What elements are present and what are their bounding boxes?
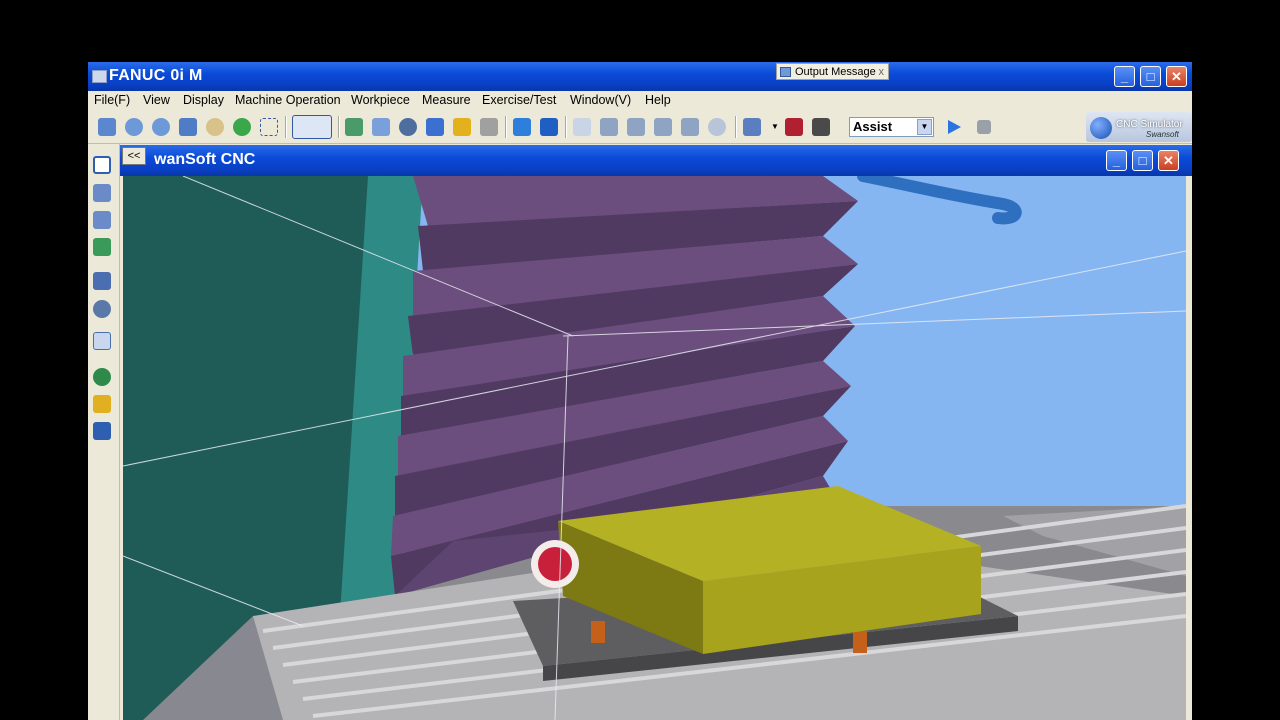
toolbar: ▼ Assist ▼ CNC Simulator Swansoft [88, 111, 1192, 144]
menu-bar: File(F) View Display Machine Operation W… [88, 91, 1192, 111]
toolbar-separator [565, 116, 567, 138]
logo-subtext: Swansoft [1146, 130, 1179, 139]
minimize-button[interactable]: _ [1114, 66, 1135, 87]
toolbar-separator [338, 116, 340, 138]
stop-record-icon[interactable] [812, 118, 830, 136]
menu-machine-operation[interactable]: Machine Operation [235, 93, 341, 107]
stop-icon[interactable] [977, 120, 991, 134]
maximize-button[interactable]: □ [1140, 66, 1161, 87]
output-message-label: Output Message [795, 66, 876, 78]
cube-front-icon[interactable] [513, 118, 531, 136]
menu-display[interactable]: Display [183, 93, 224, 107]
app-icon [92, 70, 107, 83]
child-window-title: wanSoft CNC [154, 151, 256, 168]
tool-setting-icon[interactable] [93, 272, 111, 290]
menu-workpiece[interactable]: Workpiece [351, 93, 410, 107]
save-icon[interactable] [98, 118, 116, 136]
magnify-icon[interactable] [93, 332, 111, 350]
child-maximize-button[interactable]: □ [1132, 150, 1153, 171]
child-title-bar: << wanSoft CNC _ □ ✕ [120, 145, 1192, 176]
toolbar-separator [285, 116, 287, 138]
zoom-fit-icon[interactable] [179, 118, 197, 136]
machine-icon[interactable] [345, 118, 363, 136]
coolant-icon[interactable] [372, 118, 390, 136]
view-select-button[interactable] [292, 115, 332, 139]
tool-icon[interactable] [453, 118, 471, 136]
machine-scene [123, 176, 1186, 720]
child-close-button[interactable]: ✕ [1158, 150, 1179, 171]
tool-radius-icon[interactable] [681, 118, 699, 136]
cube-view-icon[interactable] [573, 118, 591, 136]
logo-text: CNC Simulator [1116, 119, 1183, 130]
select-rectangle-icon[interactable] [260, 118, 278, 136]
cnc-simulator-logo: CNC Simulator Swansoft [1086, 112, 1192, 142]
zoom-out-icon[interactable] [152, 118, 170, 136]
mode-select[interactable]: Assist ▼ [849, 117, 934, 137]
clamp-right [853, 631, 867, 653]
clamp-left [591, 621, 605, 643]
speed-dropdown-icon[interactable]: ▼ [771, 118, 779, 136]
pan-hand-icon[interactable] [206, 118, 224, 136]
toolbar-separator [735, 116, 737, 138]
menu-help[interactable]: Help [645, 93, 671, 107]
zoom-in-icon[interactable] [125, 118, 143, 136]
output-message-icon [780, 67, 791, 77]
compass-icon[interactable] [93, 300, 111, 318]
window-icon[interactable] [93, 156, 111, 174]
fixture-icon[interactable] [480, 118, 498, 136]
probe-icon[interactable] [627, 118, 645, 136]
mode-select-arrow[interactable]: ▼ [917, 119, 932, 135]
3d-viewport[interactable] [123, 176, 1186, 720]
globe-icon[interactable] [93, 368, 111, 386]
layer-icon[interactable] [93, 211, 111, 229]
menu-view[interactable]: View [143, 93, 170, 107]
left-toolbar [88, 144, 120, 720]
output-message-close-button[interactable]: x [879, 64, 885, 81]
app-window: FANUC 0i M Output Message x _ □ ✕ File(F… [88, 62, 1192, 720]
close-button[interactable]: ✕ [1166, 66, 1187, 87]
spindle-icon[interactable] [399, 118, 417, 136]
logo-icon [1090, 117, 1112, 139]
lightning-icon[interactable] [93, 395, 111, 413]
window-title: FANUC 0i M [109, 67, 203, 84]
toolbar-separator [505, 116, 507, 138]
rotate-icon[interactable] [233, 118, 251, 136]
output-message-tab[interactable]: Output Message x [776, 63, 889, 80]
menu-measure[interactable]: Measure [422, 93, 471, 107]
workpiece-icon[interactable] [426, 118, 444, 136]
menu-file[interactable]: File(F) [94, 93, 130, 107]
speed-icon[interactable] [743, 118, 761, 136]
tool-marker [538, 547, 572, 581]
edit-icon[interactable] [93, 238, 111, 256]
child-minimize-button[interactable]: _ [1106, 150, 1127, 171]
mode-select-value: Assist [853, 119, 893, 134]
panel-icon[interactable] [93, 422, 111, 440]
measure-icon[interactable] [600, 118, 618, 136]
reset-view-icon[interactable] [708, 118, 726, 136]
menu-exercise-test[interactable]: Exercise/Test [482, 93, 556, 107]
play-icon[interactable] [948, 120, 961, 134]
collapse-button[interactable]: << [122, 147, 146, 165]
tool-length-icon[interactable] [654, 118, 672, 136]
cube-iso-icon[interactable] [540, 118, 558, 136]
eraser-icon[interactable] [93, 184, 111, 202]
record-icon[interactable] [785, 118, 803, 136]
title-bar: FANUC 0i M Output Message x _ □ ✕ [88, 62, 1192, 91]
menu-window[interactable]: Window(V) [570, 93, 631, 107]
